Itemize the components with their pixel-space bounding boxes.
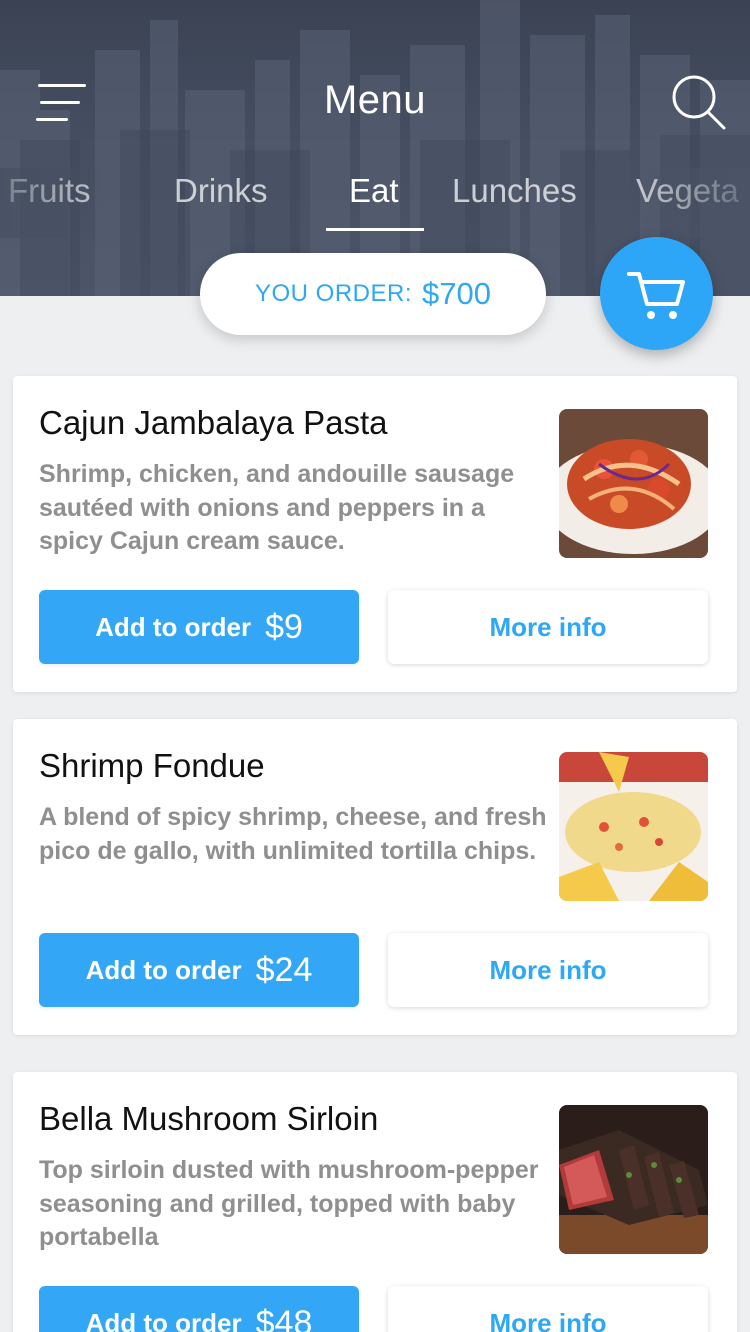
- menu-item-photo: [559, 752, 708, 901]
- tab-eat[interactable]: Eat: [349, 172, 399, 210]
- menu-item-card: Cajun Jambalaya Pasta Shrimp, chicken, a…: [13, 376, 737, 692]
- menu-item-name: Cajun Jambalaya Pasta: [39, 404, 388, 441]
- menu-item-card: Shrimp Fondue A blend of spicy shrimp, c…: [13, 719, 737, 1035]
- tab-fruits[interactable]: Fruits: [8, 172, 91, 210]
- add-to-order-button[interactable]: Add to order $48: [39, 1286, 359, 1332]
- menu-item-description: Shrimp, chicken, and andouille sausage s…: [39, 460, 515, 555]
- more-info-button[interactable]: More info: [388, 933, 708, 1007]
- order-total-label: YOU ORDER:: [255, 280, 413, 307]
- add-to-order-button[interactable]: Add to order $9: [39, 590, 359, 664]
- menu-item-description: Top sirloin dusted with mushroom-pepper …: [39, 1156, 539, 1251]
- order-total-amount: $700: [422, 276, 491, 311]
- menu-item-price: $48: [255, 1303, 313, 1332]
- menu-item-photo: [559, 409, 708, 558]
- menu-item-price: $24: [255, 950, 313, 989]
- menu-item-name: Shrimp Fondue: [39, 747, 265, 784]
- more-info-button[interactable]: More info: [388, 1286, 708, 1332]
- tab-drinks[interactable]: Drinks: [174, 172, 268, 210]
- menu-item-photo: [559, 1105, 708, 1254]
- more-info-button[interactable]: More info: [388, 590, 708, 664]
- tab-lunches[interactable]: Lunches: [452, 172, 577, 210]
- add-to-order-button[interactable]: Add to order $24: [39, 933, 359, 1007]
- cart-icon: [626, 271, 685, 319]
- active-tab-indicator: [326, 228, 424, 231]
- search-icon[interactable]: [668, 72, 728, 132]
- menu-item-name: Bella Mushroom Sirloin: [39, 1100, 379, 1137]
- menu-item-description: A blend of spicy shrimp, cheese, and fre…: [39, 803, 547, 865]
- cart-button[interactable]: [600, 237, 713, 350]
- order-total-pill[interactable]: YOU ORDER: $700: [200, 253, 546, 335]
- menu-item-card: Bella Mushroom Sirloin Top sirloin duste…: [13, 1072, 737, 1332]
- tab-vegetables[interactable]: Vegeta: [636, 172, 739, 210]
- menu-item-price: $9: [265, 607, 303, 646]
- category-tabs: Fruits Drinks Eat Lunches Vegeta: [0, 168, 750, 238]
- page-title: Menu: [323, 78, 427, 122]
